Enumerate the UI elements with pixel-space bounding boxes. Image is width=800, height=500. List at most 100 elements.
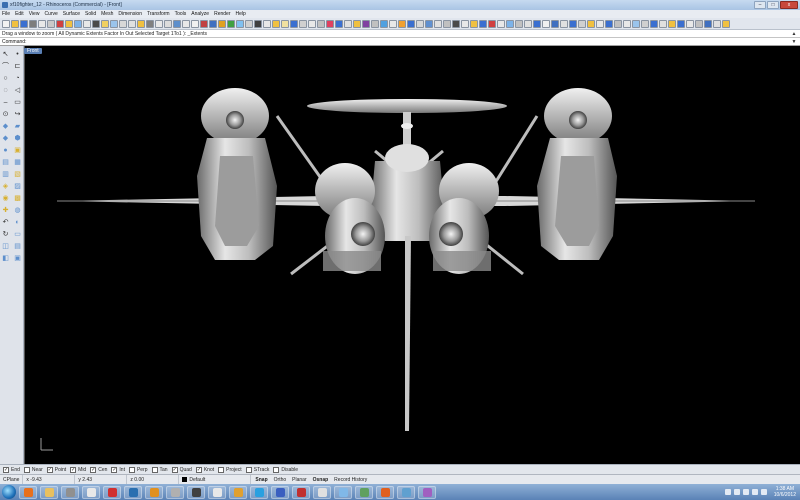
toolbar-tool-icon[interactable] bbox=[668, 19, 676, 28]
toggle-record-history[interactable]: Record History bbox=[334, 475, 367, 485]
toolbar-tool-icon[interactable] bbox=[515, 19, 523, 28]
toolbar-tool-icon[interactable] bbox=[533, 19, 541, 28]
toolbar-tool-icon[interactable] bbox=[425, 19, 433, 28]
osnap-checkbox[interactable] bbox=[151, 466, 158, 473]
toolbar-tool-icon[interactable] bbox=[164, 19, 172, 28]
osnap-point[interactable]: ✓ Point bbox=[46, 466, 66, 473]
menu-view[interactable]: View bbox=[29, 11, 40, 17]
toolbar-tool-icon[interactable] bbox=[263, 19, 271, 28]
osnap-knot[interactable]: ✓ Knot bbox=[195, 466, 214, 473]
toolbar-tool-icon[interactable] bbox=[650, 19, 658, 28]
taskbar-skype-icon[interactable] bbox=[250, 485, 268, 499]
toolbar-tool-icon[interactable] bbox=[623, 19, 631, 28]
toolbar-tool-icon[interactable] bbox=[695, 19, 703, 28]
menu-solid[interactable]: Solid bbox=[85, 11, 96, 17]
toolbar-tool-icon[interactable] bbox=[227, 19, 235, 28]
toolbar-tool-icon[interactable] bbox=[659, 19, 667, 28]
toolbar-tool-icon[interactable] bbox=[209, 19, 217, 28]
toolbar-tool-icon[interactable] bbox=[677, 19, 685, 28]
taskbar-explorer-icon[interactable] bbox=[40, 485, 58, 499]
toolbar-tool-icon[interactable] bbox=[110, 19, 118, 28]
palette-tool-icon[interactable]: ◈ bbox=[1, 182, 10, 191]
osnap-checkbox[interactable]: ✓ bbox=[70, 466, 77, 473]
osnap-checkbox[interactable]: ✓ bbox=[195, 466, 202, 473]
menu-edit[interactable]: Edit bbox=[15, 11, 24, 17]
toolbar-tool-icon[interactable] bbox=[236, 19, 244, 28]
toolbar-tool-icon[interactable] bbox=[344, 19, 352, 28]
palette-tool-icon[interactable]: ⊏ bbox=[13, 62, 22, 71]
toolbar-tool-icon[interactable] bbox=[713, 19, 721, 28]
palette-tool-icon[interactable]: ⊙ bbox=[1, 110, 10, 119]
toolbar-tool-icon[interactable] bbox=[380, 19, 388, 28]
toolbar-tool-icon[interactable] bbox=[173, 19, 181, 28]
taskbar-keyshot-icon[interactable] bbox=[376, 485, 394, 499]
volume-icon[interactable] bbox=[760, 489, 767, 495]
toolbar-tool-icon[interactable] bbox=[155, 19, 163, 28]
palette-tool-icon[interactable]: ▰ bbox=[13, 122, 22, 131]
toggle-snap[interactable]: Snap bbox=[255, 475, 267, 485]
palette-tool-icon[interactable]: ○ bbox=[1, 74, 10, 83]
toolbar-tool-icon[interactable] bbox=[182, 19, 190, 28]
osnap-tan[interactable]: Tan bbox=[151, 466, 168, 473]
palette-tool-icon[interactable]: ◧ bbox=[1, 254, 10, 263]
palette-tool-icon[interactable]: ▤ bbox=[1, 158, 10, 167]
osnap-checkbox[interactable] bbox=[128, 466, 135, 473]
palette-tool-icon[interactable]: ◫ bbox=[1, 242, 10, 251]
palette-tool-icon[interactable]: ▦ bbox=[13, 158, 22, 167]
palette-tool-icon[interactable]: ◐ bbox=[13, 218, 22, 227]
palette-tool-icon[interactable]: ● bbox=[1, 146, 10, 155]
toolbar-tool-icon[interactable] bbox=[524, 19, 532, 28]
osnap-quad[interactable]: ✓ Quad bbox=[171, 466, 192, 473]
tray-icon[interactable] bbox=[733, 489, 740, 495]
osnap-checkbox[interactable] bbox=[23, 466, 30, 473]
toolbar-tool-icon[interactable] bbox=[2, 19, 10, 28]
palette-tool-icon[interactable]: ◍ bbox=[13, 206, 22, 215]
toolbar-tool-icon[interactable] bbox=[479, 19, 487, 28]
palette-tool-icon[interactable]: ▤ bbox=[13, 242, 22, 251]
toolbar-tool-icon[interactable] bbox=[470, 19, 478, 28]
osnap-perp[interactable]: Perp bbox=[128, 466, 148, 473]
toolbar-tool-icon[interactable] bbox=[218, 19, 226, 28]
palette-tool-icon[interactable]: ◆ bbox=[1, 134, 10, 143]
tray-icon[interactable] bbox=[724, 489, 731, 495]
osnap-checkbox[interactable]: ✓ bbox=[3, 466, 9, 473]
palette-tool-icon[interactable]: ▧ bbox=[13, 170, 22, 179]
toolbar-tool-icon[interactable] bbox=[569, 19, 577, 28]
taskbar-filezilla-icon[interactable] bbox=[292, 485, 310, 499]
toolbar-tool-icon[interactable] bbox=[65, 19, 73, 28]
palette-tool-icon[interactable]: • bbox=[13, 50, 22, 59]
toolbar-tool-icon[interactable] bbox=[578, 19, 586, 28]
toolbar-tool-icon[interactable] bbox=[128, 19, 136, 28]
osnap-checkbox[interactable]: ✓ bbox=[171, 466, 178, 473]
toolbar-tool-icon[interactable] bbox=[11, 19, 19, 28]
toolbar-tool-icon[interactable] bbox=[83, 19, 91, 28]
menu-help[interactable]: Help bbox=[236, 11, 246, 17]
toolbar-tool-icon[interactable] bbox=[398, 19, 406, 28]
taskbar-firefox-icon[interactable] bbox=[19, 485, 37, 499]
osnap-checkbox[interactable]: ✓ bbox=[111, 466, 118, 473]
taskbar-notepad-icon[interactable] bbox=[334, 485, 352, 499]
menu-tools[interactable]: Tools bbox=[175, 11, 187, 17]
taskbar-ruby-icon[interactable] bbox=[103, 485, 121, 499]
taskbar-gallery-icon[interactable] bbox=[313, 485, 331, 499]
palette-tool-icon[interactable]: ▥ bbox=[1, 170, 10, 179]
command-input[interactable] bbox=[28, 38, 800, 45]
toolbar-tool-icon[interactable] bbox=[245, 19, 253, 28]
toolbar-tool-icon[interactable] bbox=[632, 19, 640, 28]
minimize-button[interactable]: – bbox=[754, 1, 766, 9]
taskbar-misc-icon[interactable] bbox=[418, 485, 436, 499]
palette-tool-icon[interactable]: ⌒ bbox=[1, 62, 10, 71]
toolbar-tool-icon[interactable] bbox=[92, 19, 100, 28]
toolbar-tool-icon[interactable] bbox=[407, 19, 415, 28]
toolbar-tool-icon[interactable] bbox=[461, 19, 469, 28]
tray-icon[interactable] bbox=[742, 489, 749, 495]
osnap-project[interactable]: Project bbox=[218, 466, 242, 473]
toolbar-tool-icon[interactable] bbox=[362, 19, 370, 28]
osnap-near[interactable]: Near bbox=[23, 466, 43, 473]
toolbar-tool-icon[interactable] bbox=[704, 19, 712, 28]
osnap-cen[interactable]: ✓ Cen bbox=[90, 466, 107, 473]
palette-tool-icon[interactable]: ↪ bbox=[13, 110, 22, 119]
toolbar-tool-icon[interactable] bbox=[452, 19, 460, 28]
toolbar-tool-icon[interactable] bbox=[38, 19, 46, 28]
toolbar-tool-icon[interactable] bbox=[335, 19, 343, 28]
